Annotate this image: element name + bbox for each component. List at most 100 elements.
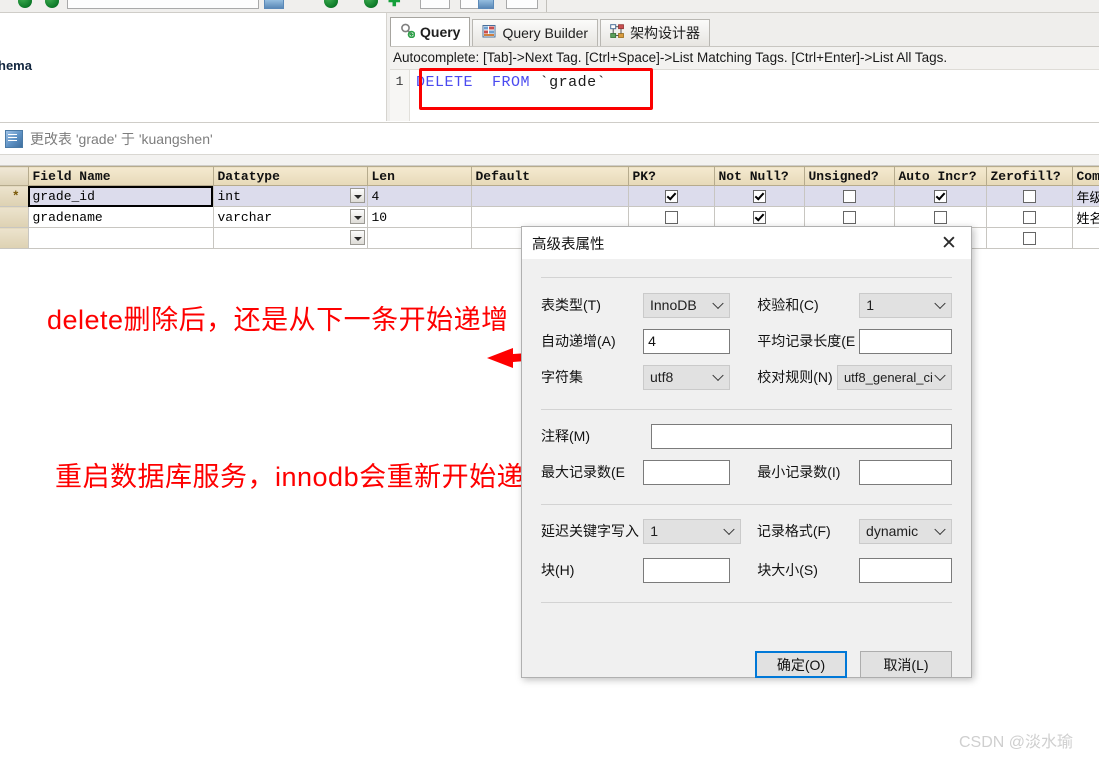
input-max-rows[interactable] — [643, 459, 731, 485]
input-pack-keys[interactable] — [643, 557, 731, 583]
cell-zerofill[interactable] — [986, 185, 1073, 207]
col-header-default[interactable]: Default — [471, 166, 629, 186]
label-delay-key-write: 延迟关键字写入 — [541, 523, 639, 539]
cell-not-null[interactable] — [714, 185, 805, 207]
checkbox-zerofill[interactable] — [1022, 189, 1036, 203]
checkbox-not-null[interactable] — [752, 210, 766, 224]
input-min-rows[interactable] — [859, 459, 952, 485]
cell-auto-incr[interactable] — [894, 185, 987, 207]
cell-datatype[interactable] — [213, 227, 368, 249]
input-block-size[interactable] — [859, 557, 952, 583]
download-green-icon[interactable] — [324, 0, 338, 8]
tab-query-builder[interactable]: Query Builder — [472, 19, 599, 46]
cell-not-null[interactable] — [714, 206, 805, 228]
col-header-comment[interactable]: Comment — [1072, 166, 1099, 186]
col-header-zerofill[interactable]: Zerofill? — [986, 166, 1073, 186]
small-button-3[interactable] — [506, 0, 538, 9]
blue-panel-icon[interactable] — [264, 0, 284, 9]
checkbox-not-null[interactable] — [752, 189, 766, 203]
toolbar-separator — [546, 0, 547, 12]
refresh-green-icon-2[interactable] — [45, 0, 59, 8]
schema-tree-pane: hema — [0, 13, 387, 121]
schema-designer-icon — [610, 24, 625, 42]
row-delay-key-write: 延迟关键字写入 1 记录格式(F) dynamic — [541, 516, 952, 546]
col-header-pk[interactable]: PK? — [628, 166, 715, 186]
table-row[interactable]: gradename varchar 10 姓名 — [0, 206, 1099, 228]
advanced-table-properties-dialog: 高级表属性 ✕ 表类型(T) InnoDB 校验和(C) 1 自动递增(A) 4… — [521, 226, 972, 678]
cell-len[interactable]: 4 — [367, 185, 472, 207]
tab-query-builder-label: Query Builder — [502, 25, 589, 41]
upload-green-icon[interactable] — [364, 0, 378, 8]
cell-field-name[interactable]: grade_id — [28, 185, 214, 207]
chevron-down-icon[interactable] — [349, 188, 365, 203]
cell-pk[interactable] — [628, 206, 715, 228]
add-green-icon[interactable]: ✚ — [388, 0, 402, 10]
checkbox-unsigned[interactable] — [842, 189, 856, 203]
cell-unsigned[interactable] — [804, 185, 895, 207]
tab-schema-designer[interactable]: 架构设计器 — [600, 19, 711, 46]
input-auto-increment[interactable]: 4 — [643, 328, 731, 354]
divider-4 — [541, 602, 952, 603]
col-header-auto-incr[interactable]: Auto Incr? — [894, 166, 987, 186]
sql-editor[interactable]: 1 DELETE FROM `grade` — [390, 69, 1099, 121]
checkbox-pk[interactable] — [664, 210, 678, 224]
divider-2 — [541, 409, 952, 410]
cell-default[interactable] — [471, 185, 629, 207]
address-field[interactable] — [67, 0, 259, 9]
sql-table-name: grade — [549, 74, 597, 91]
checkbox-auto-incr[interactable] — [933, 210, 947, 224]
chevron-down-icon[interactable] — [349, 230, 365, 245]
cell-len[interactable]: 10 — [367, 206, 472, 228]
select-row-format[interactable]: dynamic — [859, 518, 952, 544]
input-avg-row-length[interactable] — [859, 328, 952, 354]
col-header-unsigned[interactable]: Unsigned? — [804, 166, 895, 186]
col-header-marker[interactable] — [0, 166, 29, 186]
cell-unsigned[interactable] — [804, 206, 895, 228]
select-charset-value: utf8 — [649, 369, 674, 385]
autocomplete-hint: Autocomplete: [Tab]->Next Tag. [Ctrl+Spa… — [390, 47, 1099, 69]
cell-pk[interactable] — [628, 185, 715, 207]
cell-field-name[interactable]: gradename — [28, 206, 214, 228]
refresh-green-icon[interactable] — [18, 0, 32, 8]
sql-backtick-close: ` — [596, 74, 607, 91]
cell-comment[interactable]: 年级 — [1072, 185, 1099, 207]
select-checksum[interactable]: 1 — [859, 292, 952, 318]
schema-tree-item[interactable]: hema — [0, 58, 32, 73]
col-header-len[interactable]: Len — [367, 166, 472, 186]
checkbox-auto-incr[interactable] — [933, 189, 947, 203]
select-charset[interactable]: utf8 — [642, 364, 731, 390]
cell-len[interactable] — [367, 227, 472, 249]
small-button-1[interactable] — [420, 0, 450, 9]
input-comment[interactable] — [650, 423, 952, 449]
close-icon[interactable]: ✕ — [927, 228, 971, 259]
cancel-button[interactable]: 取消(L) — [860, 651, 952, 678]
row-marker[interactable] — [0, 206, 29, 228]
checkbox-pk[interactable] — [664, 189, 678, 203]
tab-query[interactable]: Query — [390, 17, 471, 46]
row-marker[interactable]: * — [0, 185, 29, 207]
select-delay-key-write[interactable]: 1 — [643, 518, 741, 544]
cell-field-name[interactable] — [28, 227, 214, 249]
col-header-datatype[interactable]: Datatype — [213, 166, 368, 186]
cell-default[interactable] — [471, 206, 629, 228]
checkbox-zerofill[interactable] — [1022, 210, 1036, 224]
ok-button[interactable]: 确定(O) — [755, 651, 847, 678]
checkbox-zerofill[interactable] — [1022, 231, 1036, 245]
cell-comment[interactable]: 姓名 — [1072, 206, 1099, 228]
cell-auto-incr[interactable] — [894, 206, 987, 228]
row-marker[interactable] — [0, 227, 29, 249]
label-pack-keys: 块(H) — [541, 562, 575, 578]
cell-zerofill[interactable] — [986, 227, 1073, 249]
cell-comment[interactable] — [1072, 227, 1099, 249]
table-row[interactable]: * grade_id int 4 年级 — [0, 185, 1099, 207]
chevron-down-icon — [712, 369, 724, 382]
select-table-type[interactable]: InnoDB — [642, 292, 731, 318]
chevron-down-icon[interactable] — [349, 209, 365, 224]
cell-datatype[interactable]: varchar — [213, 206, 368, 228]
col-header-field-name[interactable]: Field Name — [28, 166, 214, 186]
cell-datatype[interactable]: int — [213, 185, 368, 207]
checkbox-unsigned[interactable] — [842, 210, 856, 224]
cell-zerofill[interactable] — [986, 206, 1073, 228]
select-collation[interactable]: utf8_general_ci — [836, 364, 952, 390]
col-header-not-null[interactable]: Not Null? — [714, 166, 805, 186]
